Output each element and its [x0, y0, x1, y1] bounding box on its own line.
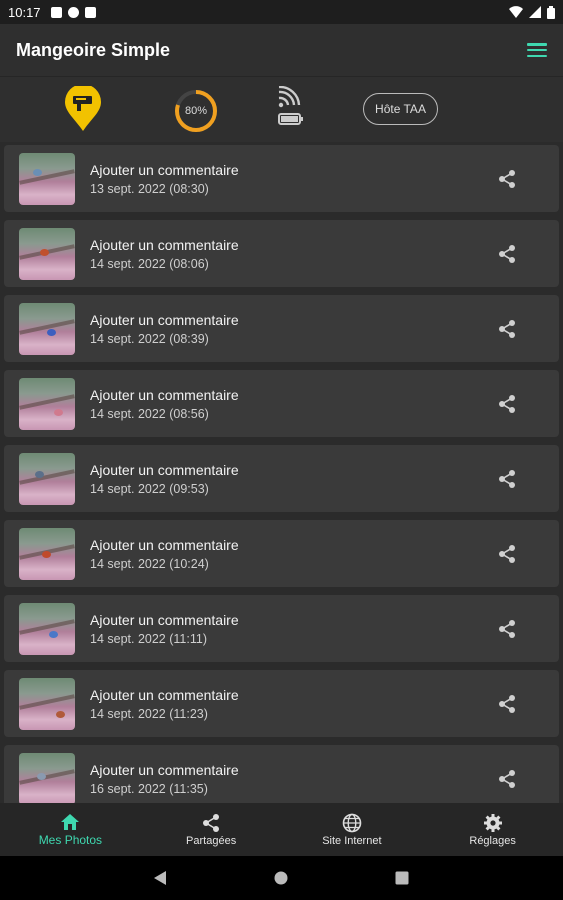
- photo-date: 14 sept. 2022 (10:24): [90, 556, 209, 571]
- photo-thumbnail[interactable]: [19, 752, 75, 803]
- share-icon[interactable]: [497, 319, 517, 339]
- home-icon: [61, 813, 80, 830]
- photo-card[interactable]: Ajouter un commentaire 13 sept. 2022 (08:…: [4, 145, 559, 212]
- share-icon[interactable]: [497, 394, 517, 414]
- notification-icon: [50, 6, 62, 18]
- photo-comment[interactable]: Ajouter un commentaire: [90, 537, 239, 553]
- photo-date: 14 sept. 2022 (09:53): [90, 481, 209, 496]
- photo-comment[interactable]: Ajouter un commentaire: [90, 762, 239, 778]
- battery-icon: [547, 5, 555, 19]
- nav-label: Mes Photos: [38, 832, 103, 847]
- globe-icon: [342, 813, 362, 832]
- photo-comment[interactable]: Ajouter un commentaire: [90, 162, 239, 178]
- share-icon[interactable]: [497, 469, 517, 489]
- share-icon[interactable]: [497, 769, 517, 789]
- notification-icon: [84, 6, 96, 18]
- photo-date: 14 sept. 2022 (11:23): [90, 706, 208, 721]
- map-pin-icon[interactable]: [63, 86, 103, 132]
- photo-card[interactable]: Ajouter un commentaire 14 sept. 2022 (08:…: [4, 295, 559, 362]
- photo-comment[interactable]: Ajouter un commentaire: [90, 462, 239, 478]
- app-bar: Mangeoire Simple: [0, 24, 563, 76]
- photo-card[interactable]: Ajouter un commentaire 16 sept. 2022 (11:…: [4, 745, 559, 803]
- nav-label: Partagées: [186, 834, 237, 847]
- photo-date: 16 sept. 2022 (11:35): [90, 781, 208, 796]
- photo-card[interactable]: Ajouter un commentaire 14 sept. 2022 (11:…: [4, 595, 559, 662]
- recents-icon[interactable]: [395, 871, 409, 885]
- photo-list: Ajouter un commentaire 13 sept. 2022 (08:…: [0, 142, 563, 803]
- photo-date: 14 sept. 2022 (08:39): [90, 331, 209, 346]
- host-button[interactable]: Hôte TAA: [363, 93, 438, 125]
- home-nav-icon[interactable]: [274, 871, 288, 885]
- photo-comment[interactable]: Ajouter un commentaire: [90, 387, 239, 403]
- photo-thumbnail[interactable]: [19, 452, 75, 505]
- photo-date: 14 sept. 2022 (11:11): [90, 631, 207, 646]
- photo-date: 14 sept. 2022 (08:06): [90, 256, 209, 271]
- menu-icon: [527, 43, 547, 46]
- gear-icon: [483, 813, 502, 832]
- photo-comment[interactable]: Ajouter un commentaire: [90, 312, 239, 328]
- status-bar: 10:17: [0, 0, 563, 24]
- photo-comment[interactable]: Ajouter un commentaire: [90, 237, 239, 253]
- nav-partagees[interactable]: Partagées: [141, 803, 282, 856]
- photo-card[interactable]: Ajouter un commentaire 14 sept. 2022 (11:…: [4, 670, 559, 737]
- app-title: Mangeoire Simple: [16, 39, 171, 60]
- photo-thumbnail[interactable]: [19, 377, 75, 430]
- photo-card[interactable]: Ajouter un commentaire 14 sept. 2022 (10:…: [4, 520, 559, 587]
- notification-icon: [67, 6, 79, 18]
- photo-date: 14 sept. 2022 (08:56): [90, 406, 209, 421]
- back-icon[interactable]: [153, 870, 167, 886]
- nav-mes-photos[interactable]: Mes Photos: [0, 803, 141, 856]
- share-icon[interactable]: [497, 169, 517, 189]
- photo-thumbnail[interactable]: [19, 227, 75, 280]
- photo-comment[interactable]: Ajouter un commentaire: [90, 687, 239, 703]
- share-icon[interactable]: [497, 619, 517, 639]
- bottom-navigation: Mes Photos Partagées Site Internet Régla…: [0, 803, 563, 856]
- share-icon: [203, 813, 220, 832]
- battery-gauge-label: 80%: [184, 105, 208, 117]
- photo-thumbnail[interactable]: [19, 677, 75, 730]
- photo-thumbnail[interactable]: [19, 302, 75, 355]
- nav-label: Réglages: [469, 834, 516, 847]
- photo-thumbnail[interactable]: [19, 602, 75, 655]
- connection-icon: [278, 86, 303, 125]
- menu-button[interactable]: [527, 43, 547, 57]
- photo-comment[interactable]: Ajouter un commentaire: [90, 612, 239, 628]
- nav-label: Site Internet: [322, 834, 382, 847]
- photo-thumbnail[interactable]: [19, 527, 75, 580]
- photo-thumbnail[interactable]: [19, 152, 75, 205]
- photo-card[interactable]: Ajouter un commentaire 14 sept. 2022 (09:…: [4, 445, 559, 512]
- system-navigation-bar: [0, 856, 563, 900]
- share-icon[interactable]: [497, 694, 517, 714]
- nav-reglages[interactable]: Réglages: [422, 803, 563, 856]
- signal-icon: [529, 6, 541, 18]
- photo-date: 13 sept. 2022 (08:30): [90, 181, 209, 196]
- share-icon[interactable]: [497, 544, 517, 564]
- nav-site-internet[interactable]: Site Internet: [282, 803, 423, 856]
- share-icon[interactable]: [497, 244, 517, 264]
- status-time: 10:17: [8, 4, 41, 20]
- photo-card[interactable]: Ajouter un commentaire 14 sept. 2022 (08:…: [4, 370, 559, 437]
- photo-card[interactable]: Ajouter un commentaire 14 sept. 2022 (08:…: [4, 220, 559, 287]
- wifi-icon: [509, 6, 523, 18]
